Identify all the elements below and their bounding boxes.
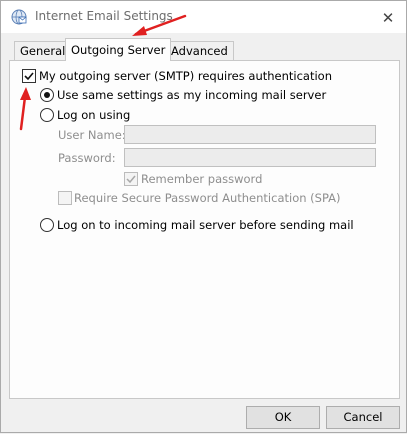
ok-button[interactable]: OK bbox=[246, 406, 320, 429]
log-on-incoming-label: Log on to incoming mail server before se… bbox=[57, 218, 354, 232]
tab-advanced[interactable]: Advanced bbox=[165, 41, 234, 61]
window-title: Internet Email Settings bbox=[35, 9, 173, 23]
log-on-incoming-radio[interactable] bbox=[40, 218, 54, 232]
remember-password-checkbox[interactable] bbox=[124, 172, 138, 186]
spa-checkbox[interactable] bbox=[58, 191, 72, 205]
radio-selected-dot bbox=[44, 92, 50, 98]
requires-auth-checkbox[interactable] bbox=[22, 69, 36, 83]
password-field[interactable] bbox=[124, 148, 376, 167]
same-settings-radio[interactable] bbox=[40, 88, 54, 102]
tab-general[interactable]: General bbox=[14, 41, 72, 61]
log-on-using-radio[interactable] bbox=[40, 108, 54, 122]
internet-email-settings-dialog: Internet Email Settings ✕ General Outgoi… bbox=[0, 0, 407, 433]
user-name-label: User Name: bbox=[58, 128, 126, 142]
cancel-button[interactable]: Cancel bbox=[326, 406, 400, 429]
checkmark-icon bbox=[126, 175, 136, 184]
title-bar: Internet Email Settings ✕ bbox=[1, 1, 406, 33]
app-icon bbox=[11, 9, 27, 25]
user-name-field[interactable] bbox=[124, 125, 376, 144]
close-icon[interactable]: ✕ bbox=[377, 7, 399, 29]
log-on-using-label: Log on using bbox=[57, 108, 131, 122]
remember-password-label: Remember password bbox=[141, 172, 263, 186]
spa-label: Require Secure Password Authentication (… bbox=[74, 191, 341, 205]
same-settings-label: Use same settings as my incoming mail se… bbox=[57, 88, 327, 102]
requires-auth-label: My outgoing server (SMTP) requires authe… bbox=[39, 69, 332, 83]
checkmark-icon bbox=[24, 72, 34, 81]
tab-outgoing-server[interactable]: Outgoing Server bbox=[65, 38, 172, 61]
password-label: Password: bbox=[58, 151, 116, 165]
